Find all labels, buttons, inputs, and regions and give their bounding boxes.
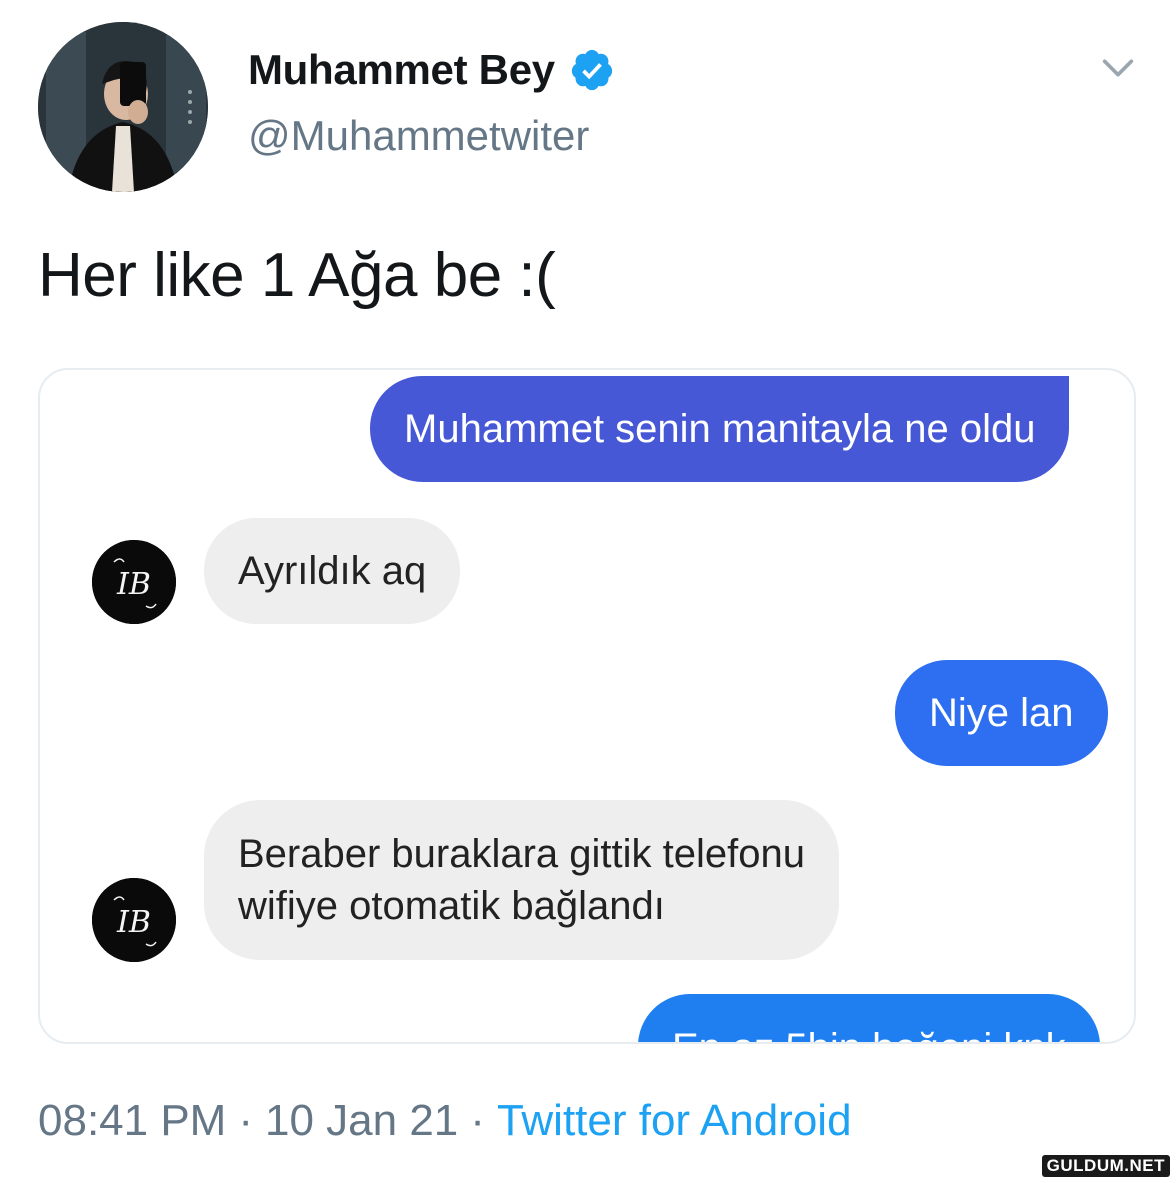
chat-avatar: IB [92, 878, 176, 962]
chevron-down-icon[interactable] [1098, 48, 1138, 88]
chat-message-text: Niye lan [929, 691, 1074, 735]
meta-separator: · [238, 1096, 253, 1145]
chat-bubble-incoming: Ayrıldık aq [204, 518, 461, 624]
display-name[interactable]: Muhammet Bey [248, 46, 555, 94]
chat-message-text: Ayrıldık aq [238, 549, 427, 593]
display-name-row: Muhammet Bey [248, 40, 615, 100]
profile-photo [38, 22, 208, 192]
chat-message-line: Beraber buraklara gittik telefonu [238, 832, 805, 876]
tweet-media-image[interactable]: Muhammet senin manitayla ne oldu IB Ayrı… [38, 368, 1136, 1044]
ib-logo-text: IB [116, 567, 151, 602]
chat-bubble-outgoing: Niye lan [895, 660, 1108, 766]
tweet-date[interactable]: 10 Jan 21 [265, 1096, 458, 1146]
ib-logo-icon: IB [92, 878, 176, 962]
chat-bubble-outgoing: Muhammet senin manitayla ne oldu [370, 376, 1070, 482]
chat-message-text: En az 5bin beğeni knk [672, 1022, 1066, 1042]
chat-bubble-outgoing: En az 5bin beğeni knk [638, 994, 1100, 1042]
user-handle[interactable]: @Muhammetwiter [248, 112, 589, 160]
tweet-text: Her like 1 Ağa be :( [38, 241, 556, 310]
tweet-time[interactable]: 08:41 PM [38, 1096, 226, 1146]
chat-message-text: Muhammet senin manitayla ne oldu [404, 407, 1036, 451]
tweet-meta: 08:41 PM · 10 Jan 21 · Twitter for Andro… [38, 1096, 852, 1146]
ib-logo-text: IB [116, 905, 151, 940]
meta-separator: · [470, 1096, 485, 1145]
profile-avatar[interactable] [38, 22, 208, 192]
ib-logo-icon: IB [92, 540, 176, 624]
watermark: GULDUM.NET [1041, 1155, 1170, 1177]
chat-message-line: wifiye otomatik bağlandı [238, 884, 665, 928]
verified-badge-icon [571, 49, 612, 91]
chat-avatar: IB [92, 540, 176, 624]
tweet-source-link[interactable]: Twitter for Android [497, 1096, 852, 1146]
chat-bubble-incoming: Beraber buraklara gittik telefonu wifiye… [204, 800, 839, 960]
